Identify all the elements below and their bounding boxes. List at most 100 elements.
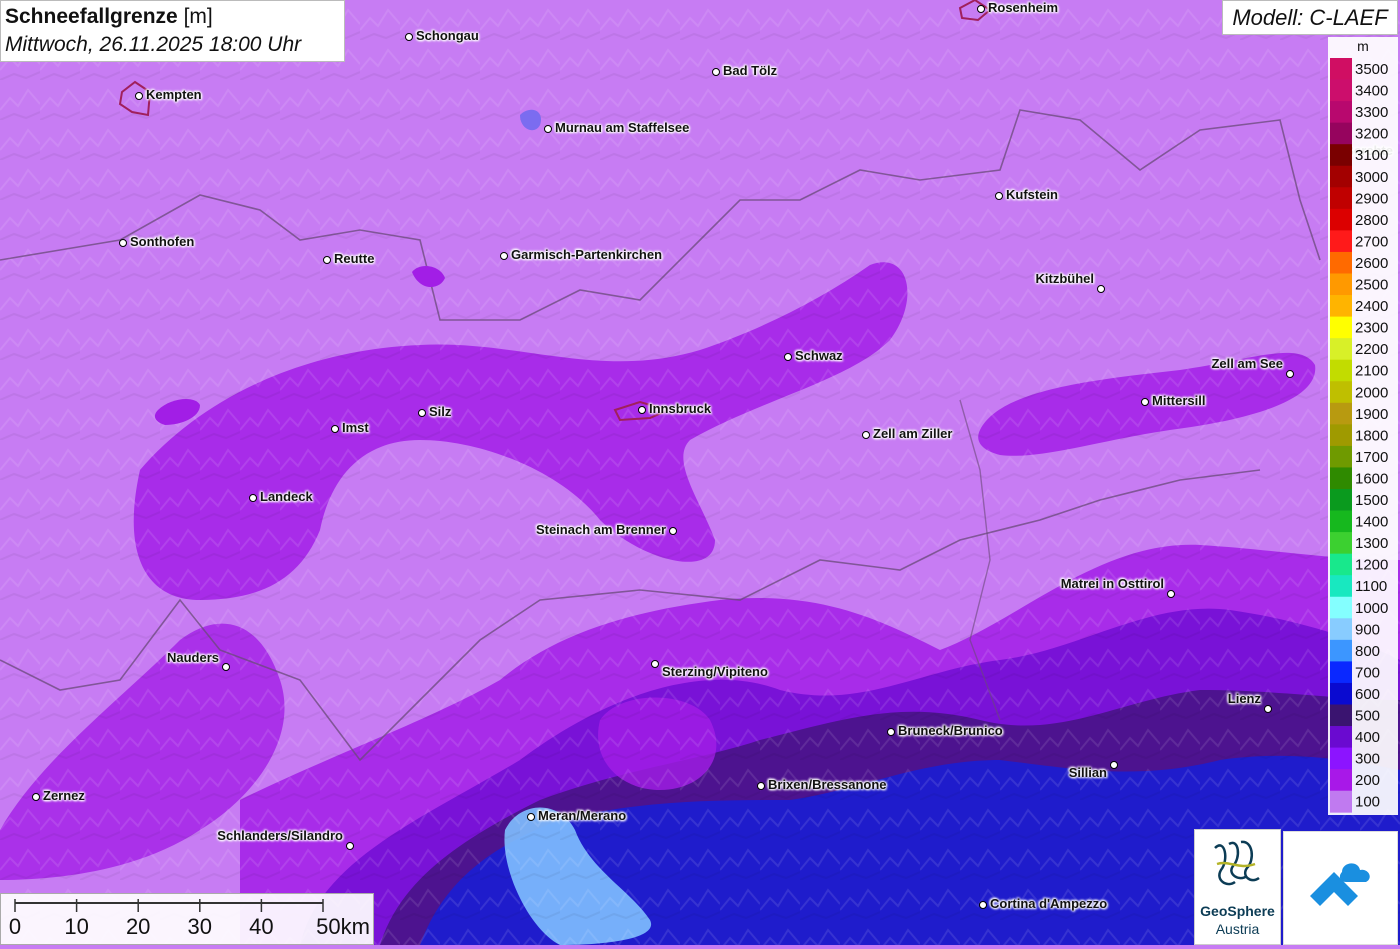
- city-dot: [651, 660, 659, 668]
- legend-label: 2800: [1355, 212, 1388, 229]
- legend-label: 1400: [1355, 514, 1388, 531]
- city-label: Steinach am Brenner: [535, 522, 666, 537]
- legend-label: 400: [1355, 729, 1380, 746]
- city-dot: [995, 192, 1003, 200]
- legend-swatch: [1330, 230, 1352, 253]
- legend-swatch: [1330, 144, 1352, 167]
- city-label: Schwaz: [795, 348, 843, 363]
- city-label: Sonthofen: [130, 234, 195, 249]
- city-dot: [862, 431, 870, 439]
- legend-swatch: [1330, 251, 1352, 274]
- city-label: Reutte: [334, 251, 375, 266]
- legend-label: 300: [1355, 751, 1380, 768]
- city-label: Kitzbühel: [1035, 271, 1095, 286]
- city-dot: [346, 842, 354, 850]
- legend-label: 700: [1355, 664, 1380, 681]
- geosphere-emblem-icon: [1214, 840, 1260, 886]
- legend-swatch: [1330, 489, 1352, 511]
- legend-swatch: [1330, 381, 1352, 404]
- legend-swatch: [1330, 596, 1352, 619]
- city-dot: [405, 33, 413, 41]
- title-text: Schneefallgrenze: [5, 5, 178, 28]
- legend-swatch: [1330, 747, 1352, 770]
- legend-swatch: [1330, 122, 1352, 145]
- city-label: Rosenheim: [988, 0, 1059, 15]
- legend-swatch: [1330, 661, 1352, 684]
- city-dot: [669, 527, 677, 535]
- snowfall-limit-map[interactable]: [0, 0, 1400, 945]
- legend-label: 3200: [1355, 126, 1388, 143]
- city-label: Imst: [342, 420, 369, 435]
- city-label: Bruneck/Brunico: [898, 723, 1003, 738]
- city-dot: [1141, 398, 1149, 406]
- city-label: Matrei in Osttirol: [1060, 576, 1164, 591]
- legend-label: 3000: [1355, 169, 1388, 186]
- city-label: Schlanders/Silandro: [217, 828, 343, 843]
- city-label: Cortina d'Ampezzo: [990, 896, 1108, 911]
- city-label: Garmisch-Partenkirchen: [511, 247, 663, 262]
- scale-label: 50km: [316, 914, 370, 939]
- app-logo[interactable]: [1283, 831, 1398, 945]
- legend-swatch: [1330, 187, 1352, 210]
- city-label: Brixen/Bressanone: [768, 777, 887, 792]
- city-label: Sillian: [1068, 765, 1107, 780]
- city-dot: [977, 5, 985, 13]
- city-dot: [500, 252, 508, 260]
- legend-swatch: [1330, 769, 1352, 792]
- legend-label: 1700: [1355, 449, 1388, 466]
- legend-swatch: [1330, 424, 1352, 447]
- legend-label: 2000: [1355, 384, 1388, 401]
- legend-swatch: [1330, 510, 1352, 533]
- legend-swatch: [1330, 553, 1352, 576]
- legend-swatch: [1330, 445, 1352, 468]
- legend-swatch: [1330, 575, 1352, 598]
- legend-swatch: [1330, 165, 1352, 188]
- city-dot: [323, 256, 331, 264]
- city-dot: [249, 494, 257, 502]
- legend-label: 2100: [1355, 363, 1388, 380]
- legend-label: 1500: [1355, 492, 1388, 509]
- city-dot: [638, 406, 646, 414]
- scale-label: 0: [8, 914, 22, 939]
- scale-ticks: [14, 899, 324, 912]
- city-label: Nauders: [166, 650, 219, 665]
- city-dot: [32, 793, 40, 801]
- city-label: Murnau am Staffelsee: [555, 120, 690, 135]
- city-label: Silz: [429, 404, 452, 419]
- city-label: Kempten: [146, 87, 202, 102]
- city-label: Sterzing/Vipiteno: [662, 664, 768, 679]
- city-dot: [1286, 370, 1294, 378]
- legend-label: 800: [1355, 643, 1380, 660]
- city-dot: [887, 728, 895, 736]
- city-label: Zernez: [43, 788, 85, 803]
- legend-swatch: [1330, 101, 1352, 124]
- legend-swatch: [1330, 273, 1352, 296]
- legend-label: 2500: [1355, 277, 1388, 294]
- city-label: Zell am See: [1211, 356, 1283, 371]
- legend-label: 2700: [1355, 233, 1388, 250]
- city-dot: [544, 125, 552, 133]
- legend-label: 2300: [1355, 320, 1388, 337]
- city-dot: [527, 813, 535, 821]
- legend-swatch: [1330, 208, 1352, 231]
- legend-swatch: [1330, 359, 1352, 382]
- legend-label: 2600: [1355, 255, 1388, 272]
- geosphere-logo[interactable]: GeoSphere Austria: [1194, 829, 1281, 945]
- city-dot: [222, 663, 230, 671]
- city-dot: [418, 409, 426, 417]
- legend-label: 1300: [1355, 535, 1388, 552]
- geosphere-name: GeoSphere: [1200, 903, 1275, 919]
- legend-swatch: [1330, 467, 1352, 490]
- legend-swatch: [1330, 338, 1352, 361]
- legend-swatch: [1330, 618, 1352, 641]
- city-label: Innsbruck: [649, 401, 712, 416]
- scale-label: 20: [125, 914, 151, 939]
- city-dot: [331, 425, 339, 433]
- city-label: Meran/Merano: [538, 808, 627, 823]
- legend-scale: 3500 3400 3300 3200 3100 3000 2900 2800 2700 2600…: [1330, 58, 1388, 813]
- scale-label: 40: [249, 914, 274, 939]
- legend-swatch: [1330, 790, 1352, 813]
- city-dot: [135, 92, 143, 100]
- legend-swatch: [1330, 295, 1352, 317]
- legend-label: 2900: [1355, 190, 1388, 207]
